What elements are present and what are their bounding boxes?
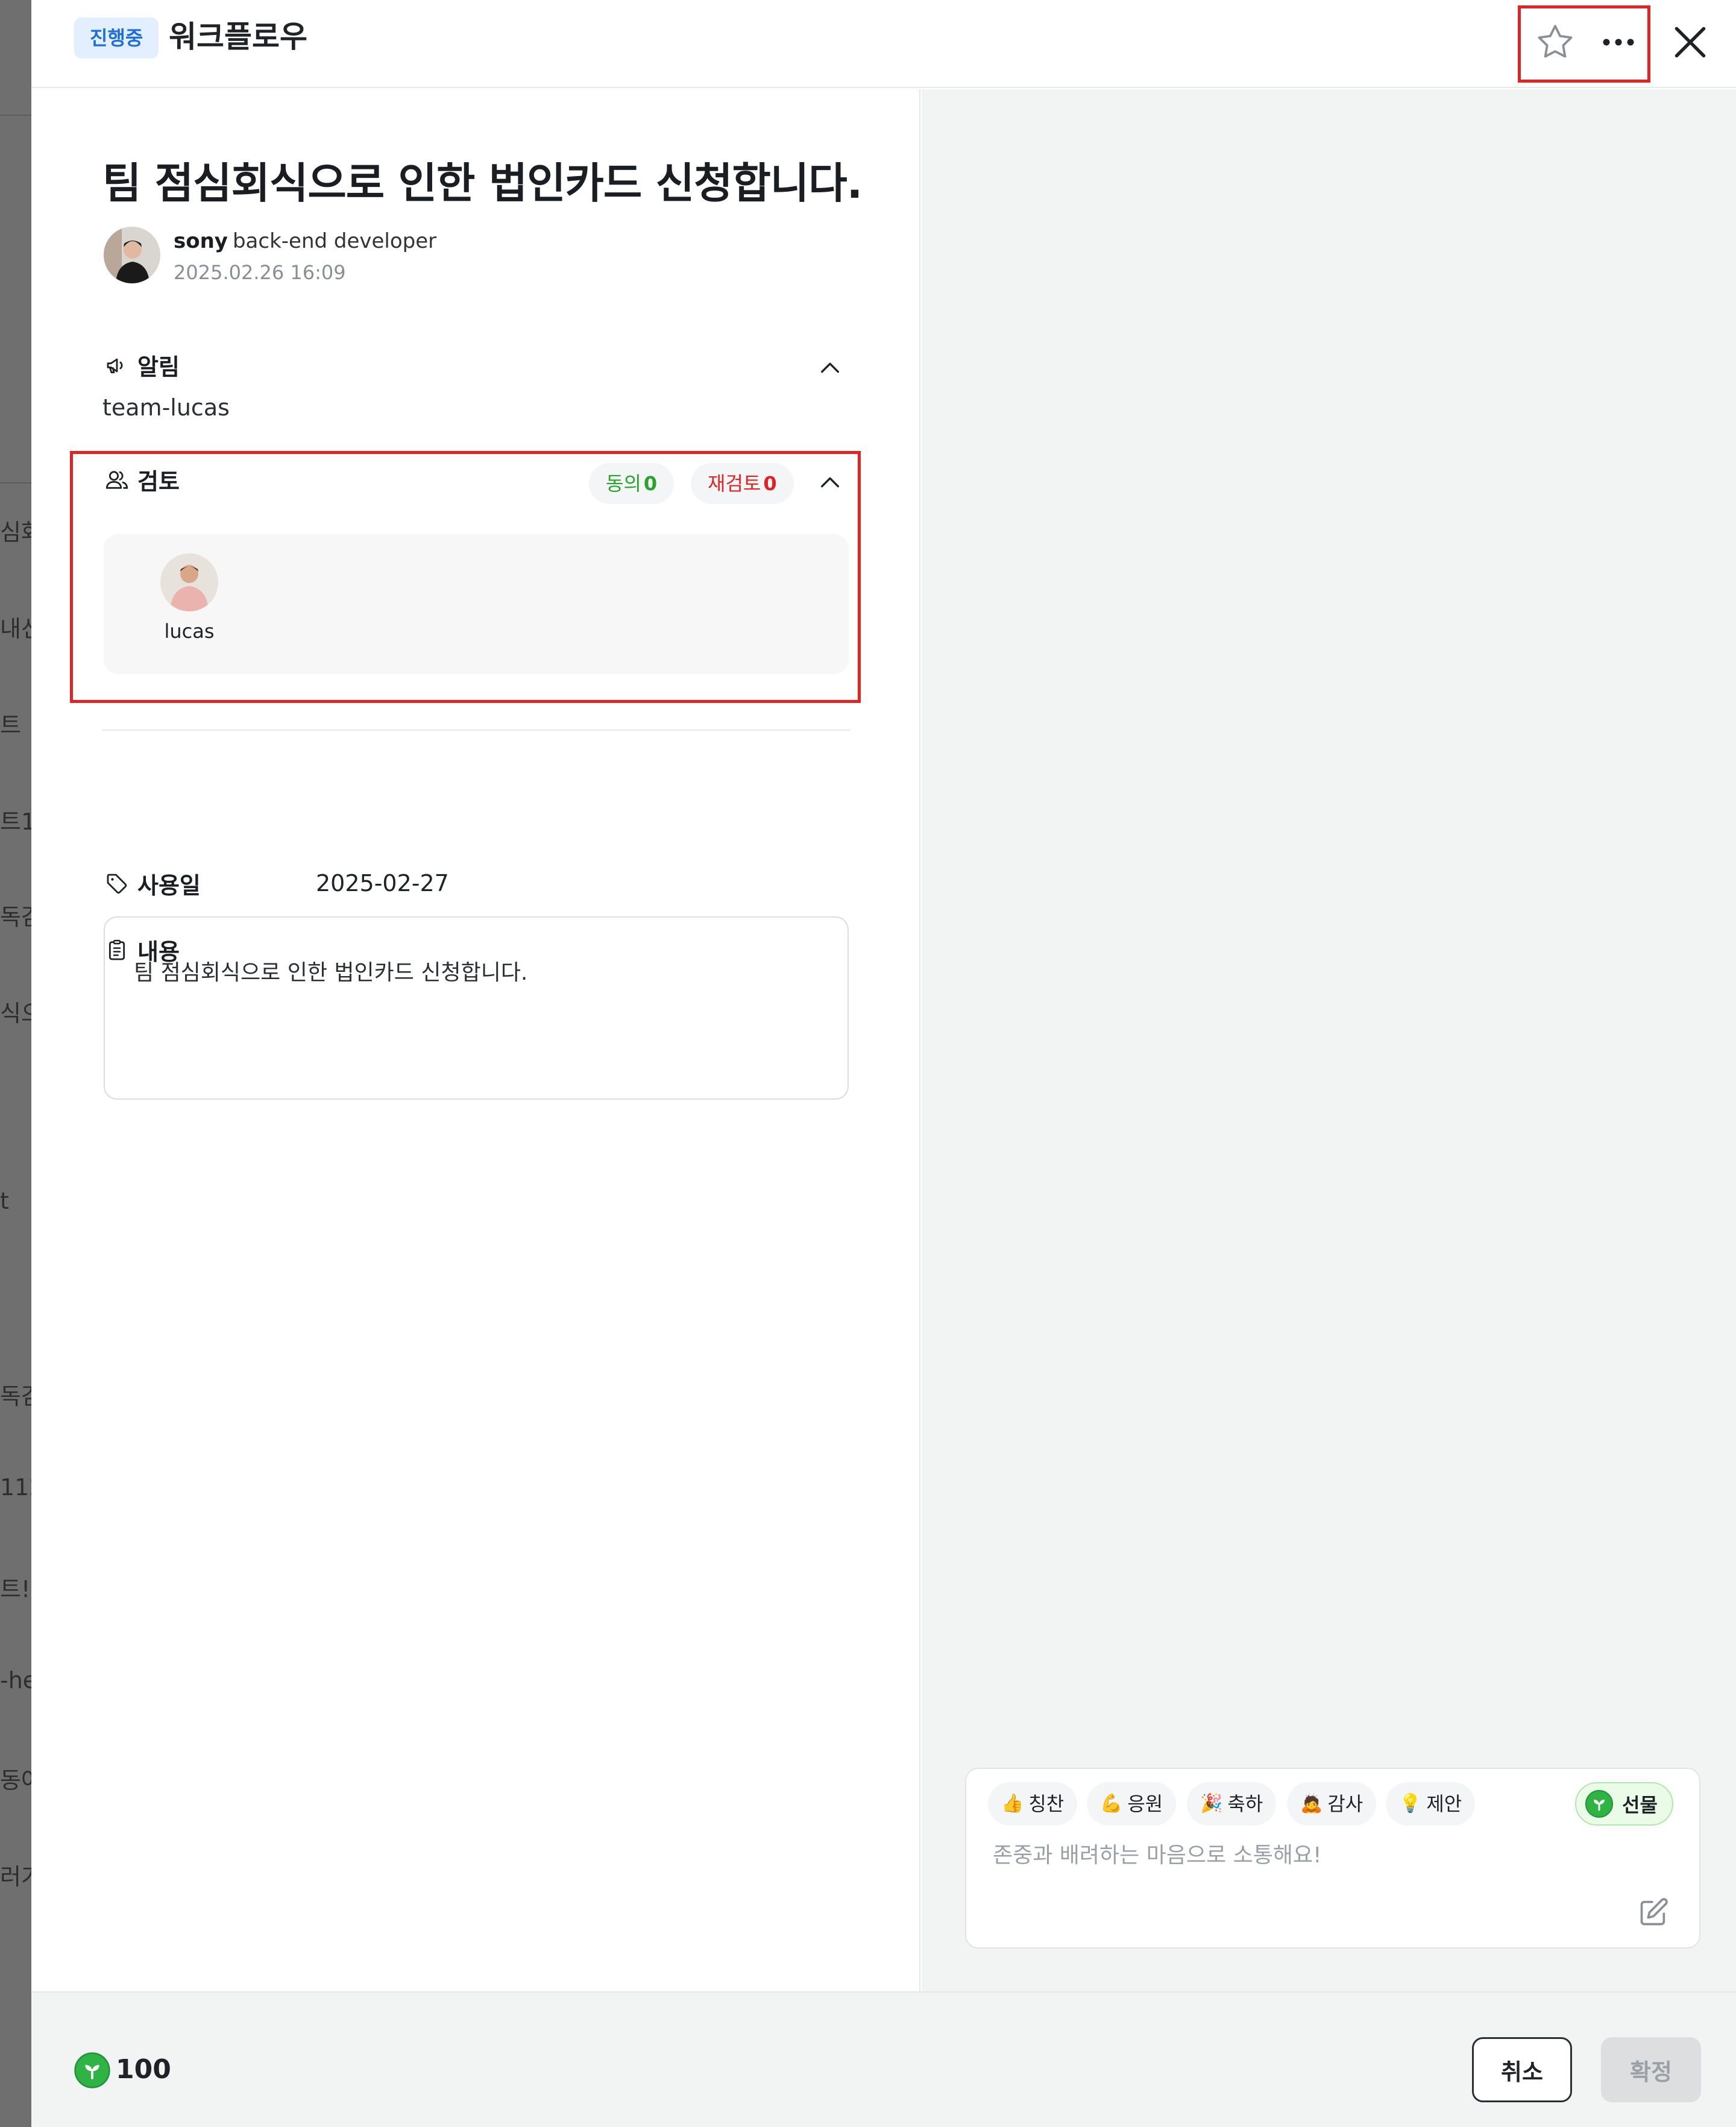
review-collapse-button[interactable] bbox=[812, 464, 848, 500]
notification-channel: team-lucas bbox=[102, 394, 230, 421]
write-comment-button[interactable] bbox=[1634, 1893, 1673, 1932]
author-date: 2025.02.26 16:09 bbox=[174, 261, 346, 284]
comment-panel: 👍 칭찬 💪 응원 🎉 축하 🙇 감사 💡 제안 선물 bbox=[922, 89, 1736, 1991]
tag-icon bbox=[104, 871, 130, 897]
status-badge: 진행중 bbox=[74, 17, 159, 58]
background-app: 심화 내선 트 트12 독감 식으 t 독감 112 트! -he 동아 러가 bbox=[0, 0, 31, 2127]
bg-text: 내선 bbox=[0, 616, 31, 642]
bg-text: -he bbox=[0, 1667, 31, 1694]
bg-text: 트12 bbox=[0, 808, 31, 835]
chevron-up-icon bbox=[821, 477, 839, 488]
comment-composer: 👍 칭찬 💪 응원 🎉 축하 🙇 감사 💡 제안 선물 bbox=[965, 1768, 1700, 1949]
reviewer-avatar[interactable] bbox=[160, 553, 218, 611]
light-bulb-icon: 💡 bbox=[1399, 1793, 1422, 1814]
re-review-label: 재검토 bbox=[708, 472, 761, 495]
sprout-coin-icon bbox=[74, 2052, 110, 2088]
reaction-praise-button[interactable]: 👍 칭찬 bbox=[988, 1782, 1078, 1826]
bg-text: 독감 bbox=[0, 1383, 31, 1410]
section-divider bbox=[102, 729, 850, 731]
more-icon bbox=[1603, 39, 1634, 46]
close-icon bbox=[1675, 27, 1706, 58]
reaction-label: 감사 bbox=[1327, 1792, 1363, 1815]
usage-date-label-row: 사용일 bbox=[104, 867, 201, 900]
bg-text: 식으 bbox=[0, 1000, 31, 1027]
users-icon bbox=[104, 467, 130, 493]
agree-count-badge: 동의 0 bbox=[589, 463, 675, 504]
reaction-cheer-button[interactable]: 💪 응원 bbox=[1087, 1782, 1177, 1826]
reaction-label: 응원 bbox=[1127, 1792, 1163, 1815]
reaction-label: 축하 bbox=[1227, 1792, 1263, 1815]
bg-divider bbox=[0, 115, 31, 116]
party-popper-icon: 🎉 bbox=[1200, 1793, 1223, 1814]
review-label: 검토 bbox=[137, 468, 180, 495]
star-icon bbox=[1538, 25, 1573, 58]
content-text: 팀 점심회식으로 인한 법인카드 신청합니다. bbox=[134, 960, 528, 985]
notification-section-header: 알림 bbox=[104, 348, 180, 382]
bg-text: 112 bbox=[0, 1474, 31, 1501]
thumbs-up-icon: 👍 bbox=[1001, 1793, 1024, 1814]
coin-balance: 100 bbox=[116, 2054, 171, 2085]
panel-footer: 100 취소 확정 bbox=[31, 1991, 1736, 2127]
re-review-count: 0 bbox=[763, 472, 777, 495]
bg-text: 러가 bbox=[0, 1864, 31, 1890]
reaction-thanks-button[interactable]: 🙇 감사 bbox=[1287, 1782, 1377, 1826]
bg-divider bbox=[0, 482, 31, 484]
bg-text: 트 bbox=[0, 712, 21, 739]
bg-text: 트! bbox=[0, 1576, 31, 1602]
edit-icon bbox=[1640, 1898, 1668, 1926]
sprout-coin-icon bbox=[1585, 1790, 1613, 1818]
content-box: 팀 점심회식으로 인한 법인카드 신청합니다. bbox=[104, 916, 849, 1100]
author-name[interactable]: sony bbox=[174, 229, 228, 253]
bg-text: t bbox=[0, 1188, 9, 1214]
agree-count: 0 bbox=[643, 472, 658, 495]
reaction-label: 칭찬 bbox=[1028, 1792, 1065, 1815]
chevron-up-icon bbox=[821, 362, 839, 373]
cancel-button[interactable]: 취소 bbox=[1472, 2037, 1572, 2102]
document-title: 팀 점심회식으로 인한 법인카드 신청합니다. bbox=[102, 159, 863, 208]
usage-date-label: 사용일 bbox=[137, 872, 201, 899]
reviewer-list: lucas bbox=[104, 534, 849, 674]
reaction-suggest-button[interactable]: 💡 제안 bbox=[1386, 1782, 1476, 1826]
agree-label: 동의 bbox=[606, 472, 641, 495]
author-avatar bbox=[104, 227, 160, 283]
bg-text: 독감 bbox=[0, 904, 31, 930]
usage-date-value: 2025-02-27 bbox=[316, 870, 449, 896]
panel-title: 워크플로우 bbox=[169, 19, 307, 54]
reaction-congrats-button[interactable]: 🎉 축하 bbox=[1187, 1782, 1277, 1826]
bg-text: 동아 bbox=[0, 1767, 31, 1794]
notification-label: 알림 bbox=[137, 354, 180, 380]
author-info: sony back-end developer bbox=[174, 229, 436, 253]
close-button[interactable] bbox=[1659, 11, 1722, 74]
author-role: back-end developer bbox=[232, 229, 437, 253]
gift-label: 선물 bbox=[1622, 1794, 1658, 1817]
bg-text: 심화 bbox=[0, 519, 31, 546]
comment-input[interactable] bbox=[993, 1834, 1596, 1876]
more-options-button[interactable] bbox=[1591, 13, 1646, 71]
bowing-person-icon: 🙇 bbox=[1300, 1793, 1323, 1814]
flexed-arm-icon: 💪 bbox=[1100, 1793, 1123, 1814]
notification-collapse-button[interactable] bbox=[812, 350, 848, 386]
reaction-label: 제안 bbox=[1426, 1792, 1462, 1815]
favorite-button[interactable] bbox=[1526, 13, 1584, 71]
reviewer-name: lucas bbox=[164, 620, 215, 643]
panel-header: 진행중 워크플로우 bbox=[31, 0, 1736, 88]
gift-button[interactable]: 선물 bbox=[1575, 1782, 1673, 1826]
review-section-header: 검토 bbox=[104, 463, 180, 496]
re-review-count-badge: 재검토 0 bbox=[691, 463, 794, 504]
confirm-button[interactable]: 확정 bbox=[1601, 2037, 1701, 2102]
workflow-panel: 진행중 워크플로우 팀 점심회식으로 인한 법인카드 신청합니다. sony b… bbox=[31, 0, 1736, 2127]
megaphone-icon bbox=[104, 352, 130, 379]
